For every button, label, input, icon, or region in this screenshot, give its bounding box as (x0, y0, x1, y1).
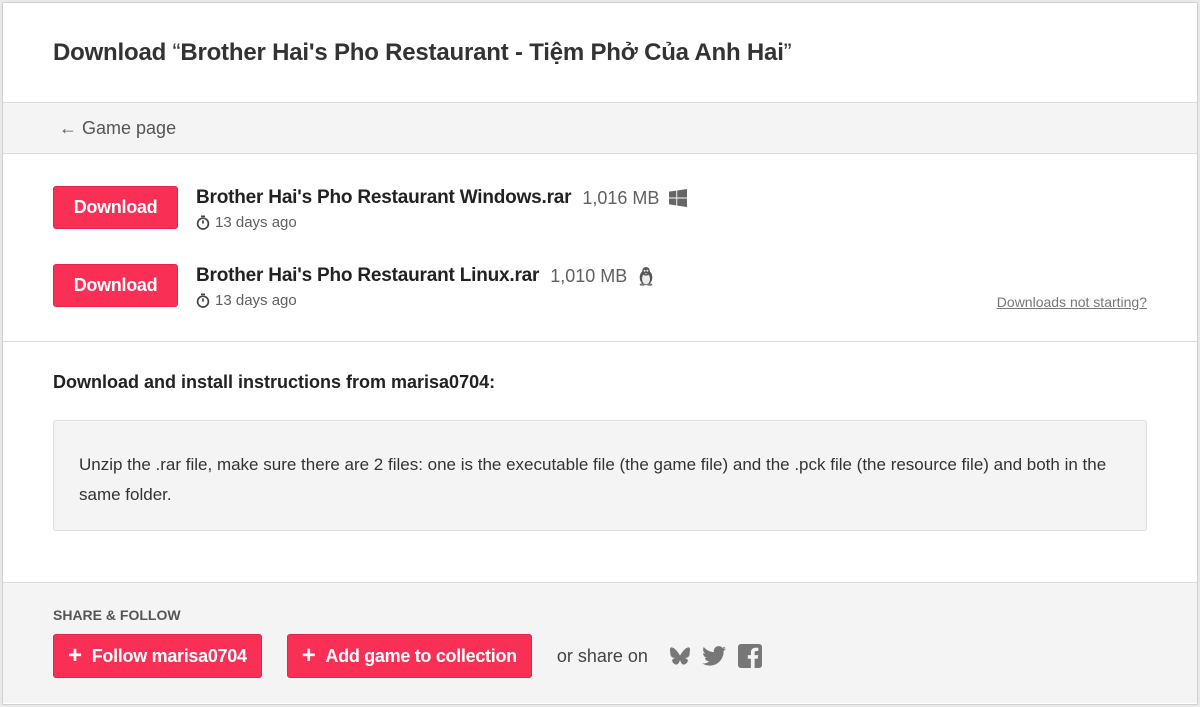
downloads-not-starting-link[interactable]: Downloads not starting? (997, 294, 1147, 310)
add-to-collection-label: Add game to collection (325, 645, 517, 666)
install-instructions: Download and install instructions from m… (3, 342, 1197, 583)
share-follow-section: SHARE & FOLLOW + Follow marisa0704 + Add… (3, 583, 1197, 703)
title-prefix: Download (53, 38, 167, 66)
or-share-on-label: or share on (556, 645, 648, 666)
follow-button[interactable]: + Follow marisa0704 (53, 634, 262, 678)
download-button[interactable]: Download (53, 264, 178, 307)
upload-info: Brother Hai's Pho Restaurant Linux.rar 1… (196, 264, 655, 309)
stopwatch-icon (196, 293, 210, 308)
twitter-icon[interactable] (702, 646, 726, 666)
share-heading: SHARE & FOLLOW (53, 607, 181, 623)
game-page-link-label: Game page (82, 117, 177, 138)
page-title: Download “Brother Hai's Pho Restaurant -… (53, 38, 792, 67)
plus-icon: + (301, 642, 316, 669)
upload-size: 1,010 MB (550, 265, 628, 286)
follow-button-label: Follow marisa0704 (91, 645, 247, 666)
add-to-collection-button[interactable]: + Add game to collection (286, 634, 532, 678)
back-nav-bar: ← Game page (3, 103, 1197, 154)
upload-filename: Brother Hai's Pho Restaurant Windows.rar (196, 187, 572, 208)
back-arrow-icon: ← (59, 117, 77, 138)
title-close-quote: ” (783, 38, 792, 66)
upload-row: Download Brother Hai's Pho Restaurant Li… (53, 264, 1147, 342)
upload-filename: Brother Hai's Pho Restaurant Linux.rar (196, 265, 540, 286)
upload-row: Download Brother Hai's Pho Restaurant Wi… (53, 186, 1147, 264)
upload-size: 1,016 MB (582, 187, 660, 208)
linux-icon (637, 266, 655, 286)
instructions-body: Unzip the .rar file, make sure there are… (53, 420, 1147, 531)
page-header: Download “Brother Hai's Pho Restaurant -… (3, 3, 1197, 103)
upload-list: Download Brother Hai's Pho Restaurant Wi… (3, 154, 1197, 342)
game-title: Brother Hai's Pho Restaurant - Tiệm Phở … (180, 38, 784, 66)
stopwatch-icon (196, 215, 210, 230)
upload-info: Brother Hai's Pho Restaurant Windows.rar… (196, 186, 688, 231)
instructions-heading: Download and install instructions from m… (53, 372, 496, 392)
facebook-icon[interactable] (737, 644, 762, 668)
download-button[interactable]: Download (53, 186, 178, 229)
download-page: Download “Brother Hai's Pho Restaurant -… (2, 2, 1198, 705)
bluesky-icon[interactable] (669, 647, 690, 665)
windows-icon (669, 189, 688, 207)
game-page-link[interactable]: ← Game page (59, 118, 176, 139)
plus-icon: + (68, 642, 82, 669)
upload-date: 13 days ago (215, 292, 297, 309)
upload-date: 13 days ago (215, 214, 297, 231)
